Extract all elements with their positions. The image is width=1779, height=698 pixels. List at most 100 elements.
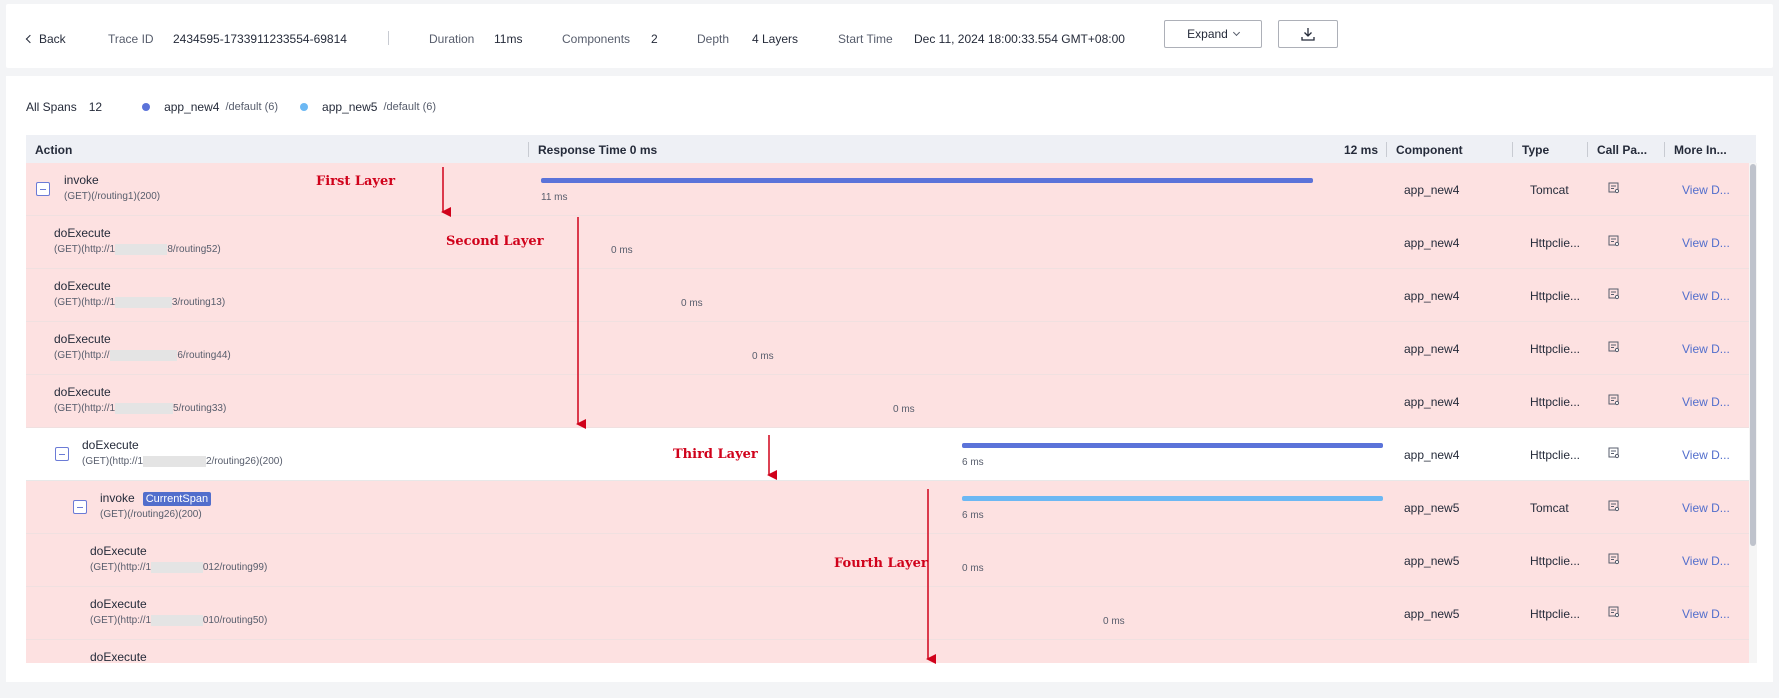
type-cell: Tomcat [1530,501,1569,515]
table-row[interactable]: invoke (GET)(/routing1)(200) 11 ms app_n… [26,163,1754,216]
call-params-icon[interactable] [1608,394,1620,406]
span-name: doExecute [90,650,147,663]
response-time: 0 ms [752,351,774,362]
table-row[interactable]: doExecute (GET)(http://1x.xx.xx.xx:8010/… [26,587,1754,640]
legend-dot-app-new4 [142,103,151,111]
column-divider[interactable] [1587,142,1588,157]
view-details-link[interactable]: View D... [1682,395,1730,409]
depth-value: 4 Layers [752,32,799,46]
component-cell: app_new5 [1404,607,1460,621]
expand-dropdown-button[interactable]: Expand [1164,20,1262,48]
legend-app-name: app_new5 [322,100,378,114]
back-label: Back [39,32,66,46]
start-time-label: Start Time [838,32,893,46]
type-cell: Httpclie... [1530,342,1581,356]
span-url: (GET)(http://1x.xx.xx.xx:8012/routing99) [90,562,268,573]
header-response-time: Response Time 0 ms [538,143,658,157]
table-row[interactable]: doExecute (GET)(http://xx.xx.xx.xx:8086/… [26,322,1754,375]
view-details-link[interactable]: View D... [1682,554,1730,568]
collapse-icon[interactable] [36,182,50,196]
view-details-link[interactable]: View D... [1682,501,1730,515]
header-component: Component [1396,143,1463,157]
column-divider[interactable] [1386,142,1387,157]
annotation-second-layer: Second Layer [446,234,544,249]
table-scrollbar-thumb[interactable] [1750,164,1756,546]
header-divider [388,31,389,45]
table-header: Action Response Time 0 ms 12 ms Componen… [26,135,1756,163]
span-name: doExecute [90,597,147,611]
call-params-icon[interactable] [1608,182,1620,194]
response-time-bar [962,496,1383,501]
chevron-left-icon [25,34,35,44]
legend-app-name: app_new4 [164,100,220,114]
download-button[interactable] [1278,20,1338,48]
response-time: 6 ms [962,457,984,468]
span-name: doExecute [54,279,111,293]
type-cell: Tomcat [1530,183,1569,197]
type-cell: Httpclie... [1530,607,1581,621]
annotation-fourth-layer: Fourth Layer [834,556,928,571]
duration-value: 11ms [494,32,523,46]
collapse-icon[interactable] [73,500,87,514]
call-params-icon[interactable] [1608,447,1620,459]
chevron-down-icon [1232,28,1240,36]
header-response-max: 12 ms [1344,143,1379,157]
component-cell: app_new4 [1404,183,1460,197]
header-call-params: Call Pa... [1597,143,1648,157]
span-url: (GET)(http://1x.xx.xx.xx:8082/routing26)… [82,456,283,467]
trace-id-label: Trace ID [108,32,154,46]
column-divider[interactable] [1512,142,1513,157]
type-cell: Httpclie... [1530,236,1581,250]
response-time-bar [962,443,1383,448]
view-details-link[interactable]: View D... [1682,448,1730,462]
download-icon [1301,28,1315,41]
view-details-link[interactable]: View D... [1682,183,1730,197]
component-cell: app_new5 [1404,554,1460,568]
response-time: 0 ms [893,404,915,415]
components-value: 2 [651,32,658,46]
type-cell: Httpclie... [1530,289,1581,303]
view-details-link[interactable]: View D... [1682,607,1730,621]
span-name: doExecute [82,438,139,452]
trace-id-value: 2434595-1733911233554-69814 [173,32,347,46]
call-params-icon[interactable] [1608,500,1620,512]
span-url: (GET)(http://1xx.xx.xx.xx:83/routing13) [54,297,226,308]
component-cell: app_new4 [1404,448,1460,462]
response-time-bar [541,178,1313,183]
span-name: invoke CurrentSpan [100,491,212,506]
column-divider[interactable] [1664,142,1665,157]
collapse-icon[interactable] [55,447,69,461]
view-details-link[interactable]: View D... [1682,342,1730,356]
view-details-link[interactable]: View D... [1682,289,1730,303]
table-row[interactable]: doExecute (GET)(http://12.xx.xx.xx:805/r… [26,375,1754,428]
component-cell: app_new4 [1404,289,1460,303]
response-time: 0 ms [681,298,703,309]
span-url: (GET)(http://12.xx.xx.xx:805/routing33) [54,403,227,414]
all-spans-count: 12 [88,100,103,114]
current-span-badge: CurrentSpan [142,492,212,506]
back-button[interactable]: Back [25,32,66,46]
response-time: 6 ms [962,510,984,521]
type-cell: Httpclie... [1530,448,1581,462]
table-row[interactable]: doExecute [26,640,1754,663]
call-params-icon[interactable] [1608,553,1620,565]
header-action: Action [35,143,73,157]
table-row[interactable]: doExecute (GET)(http://1x.xx.xx.xx:8082/… [26,428,1754,481]
response-time: 0 ms [1103,616,1125,627]
table-row[interactable]: doExecute (GET)(http://1xx.xx.xx.xx:83/r… [26,269,1754,322]
table-row[interactable]: invoke CurrentSpan (GET)(/routing26)(200)… [26,481,1754,534]
call-params-icon[interactable] [1608,341,1620,353]
column-divider[interactable] [528,142,529,157]
call-params-icon[interactable] [1608,606,1620,618]
call-params-icon[interactable] [1608,235,1620,247]
call-params-icon[interactable] [1608,288,1620,300]
start-time-value: Dec 11, 2024 18:00:33.554 GMT+08:00 [914,32,1125,46]
legend-app-sub: /default (6) [383,101,437,113]
legend-app-sub: /default (6) [225,101,279,113]
component-cell: app_new5 [1404,501,1460,515]
response-time: 0 ms [962,563,984,574]
component-cell: app_new4 [1404,395,1460,409]
header-type: Type [1522,143,1550,157]
view-details-link[interactable]: View D... [1682,236,1730,250]
table-row[interactable]: doExecute (GET)(http://12.xx.xx.xx:88/ro… [26,216,1754,269]
